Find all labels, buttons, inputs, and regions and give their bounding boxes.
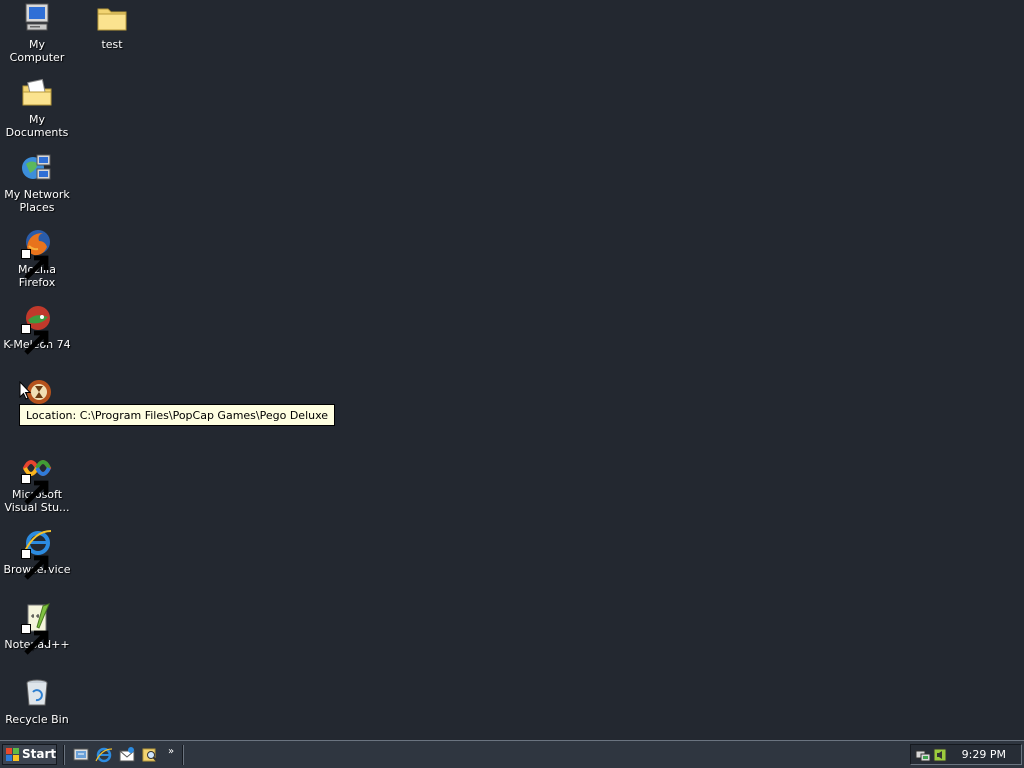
start-button[interactable]: Start [2, 744, 57, 765]
internet-explorer-icon[interactable] [95, 746, 113, 764]
desktop-icon-label: Recycle Bin [5, 713, 69, 726]
desktop-icon-mozilla-firefox[interactable]: Mozilla Firefox [0, 227, 74, 289]
shortcut-arrow-icon [21, 549, 49, 580]
desktop-icon-my-network-places[interactable]: My Network Places [0, 152, 74, 214]
desktop-icon-browservice[interactable]: Browservice [0, 527, 74, 580]
taskbar: Start » 9:29 PM [0, 740, 1024, 768]
taskbar-separator [63, 745, 65, 765]
desktop-icon-k-meleon[interactable]: K-Meleon 74 [0, 302, 74, 355]
shortcut-arrow-icon [21, 249, 49, 280]
desktop-icon-my-computer[interactable]: My Computer [0, 2, 74, 64]
kmeleon-icon [21, 302, 53, 355]
desktop-icon-notepadpp[interactable]: Notepad++ [0, 602, 74, 655]
desktop-icon-my-documents[interactable]: My Documents [0, 77, 74, 139]
internet-explorer-icon [21, 527, 53, 580]
shortcut-arrow-icon [21, 474, 49, 505]
windows-logo-icon [6, 748, 19, 761]
system-tray: 9:29 PM [910, 744, 1022, 765]
search-icon[interactable] [141, 746, 159, 764]
mouse-pointer-icon [19, 380, 33, 401]
show-desktop-icon[interactable] [72, 746, 90, 764]
volume-tray-icon[interactable] [932, 747, 948, 763]
documents-folder-icon [21, 77, 53, 109]
taskbar-separator [182, 745, 184, 765]
desktop-icon-label: My Computer [9, 38, 65, 64]
shortcut-arrow-icon [21, 624, 49, 655]
firefox-icon [21, 227, 53, 280]
location-tooltip: Location: C:\Program Files\PopCap Games\… [19, 404, 336, 426]
computer-icon [21, 2, 53, 34]
recycle-bin-icon [21, 677, 53, 709]
network-icon [21, 152, 53, 184]
desktop-icon-label: My Network Places [4, 188, 70, 214]
desktop-icon-label: test [101, 38, 123, 51]
desktop-icon-recycle-bin[interactable]: Recycle Bin [0, 677, 74, 726]
desktop-icon-visual-studio[interactable]: Microsoft Visual Stu... [0, 452, 74, 514]
shortcut-arrow-icon [21, 324, 49, 355]
clock[interactable]: 9:29 PM [962, 748, 1006, 762]
notepadpp-icon [21, 602, 53, 655]
visual-studio-icon [21, 452, 53, 505]
quick-launch-more-button[interactable]: » [168, 746, 174, 758]
network-tray-icon[interactable] [915, 747, 931, 763]
desktop-icon-label: My Documents [5, 113, 69, 139]
folder-icon [96, 2, 128, 34]
start-button-label: Start [22, 747, 57, 761]
outlook-express-icon[interactable] [118, 746, 136, 764]
desktop-icon-test-folder[interactable]: test [75, 2, 149, 51]
desktop[interactable]: My Computer test My Documents My Network… [0, 0, 1024, 740]
